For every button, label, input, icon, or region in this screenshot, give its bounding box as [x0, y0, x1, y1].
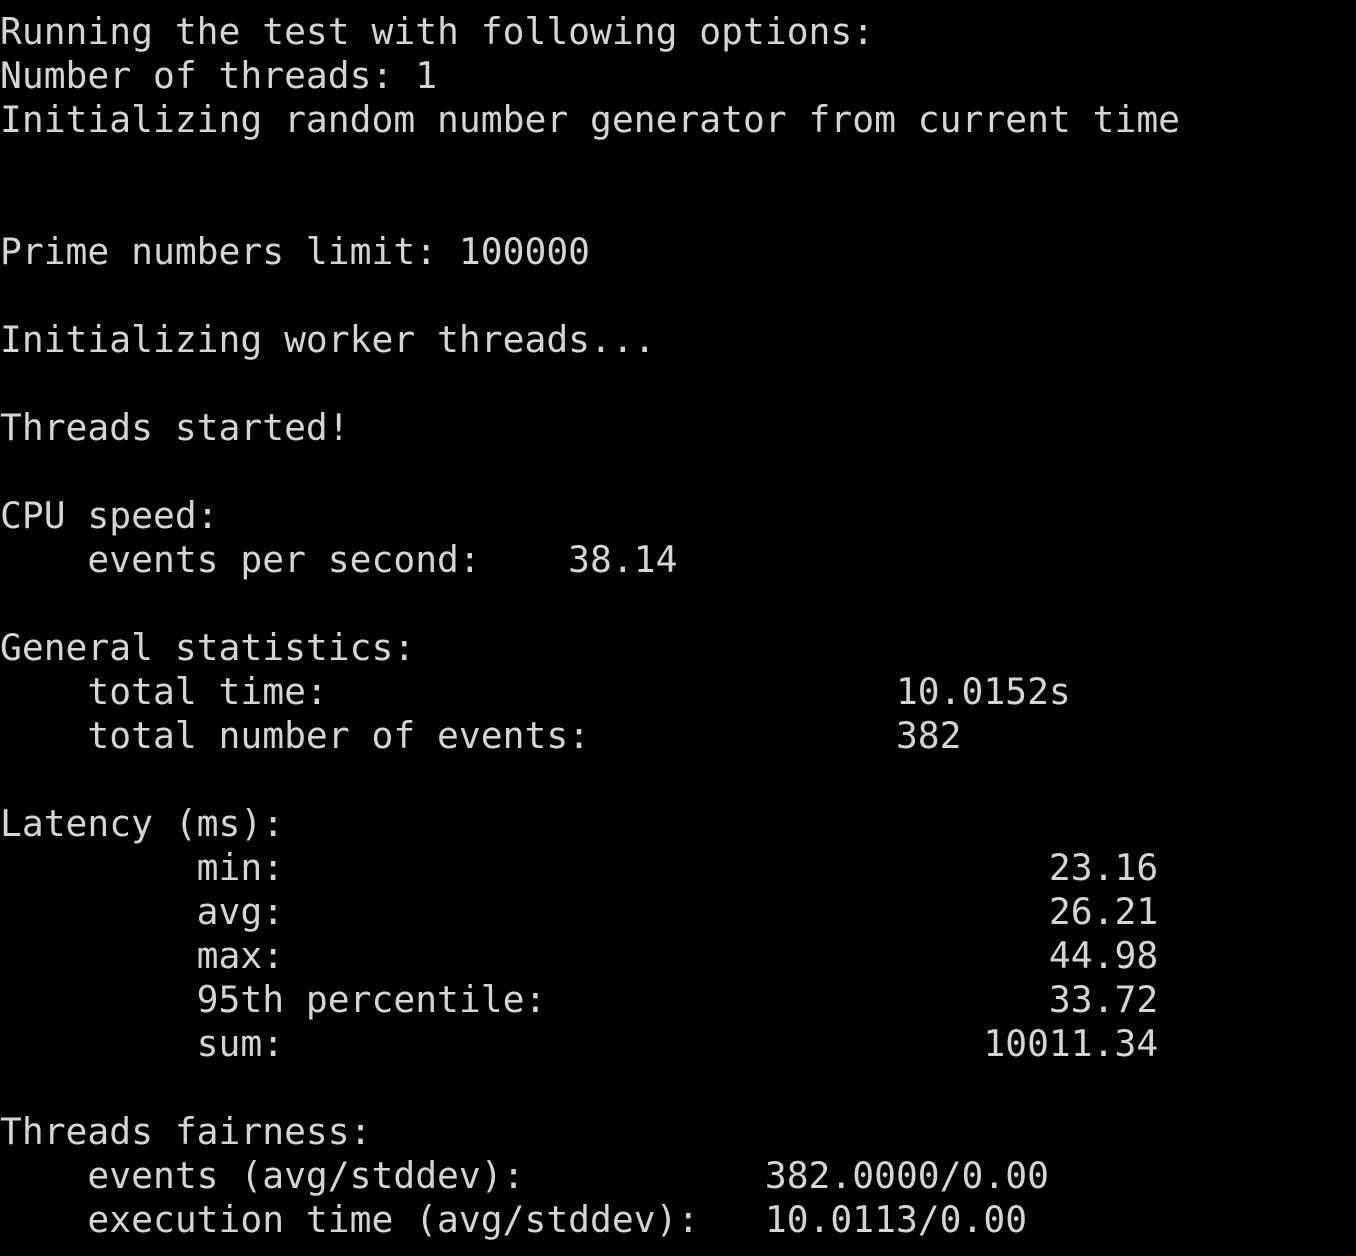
terminal-line: Prime numbers limit: 100000	[0, 230, 591, 273]
terminal-line: Threads fairness:	[0, 1110, 372, 1153]
terminal-line: Latency (ms):	[0, 802, 285, 845]
terminal-line: events per second: 38.14	[0, 538, 678, 581]
terminal-output: Running the test with following options:…	[0, 10, 1356, 1250]
terminal-line: CPU speed:	[0, 494, 219, 537]
terminal-line: Running the test with following options:	[0, 10, 875, 53]
terminal-line: max: 44.98	[0, 934, 1159, 977]
terminal-line: execution time (avg/stddev): 10.0113/0.0…	[0, 1198, 1028, 1241]
terminal-line: sum: 10011.34	[0, 1022, 1159, 1065]
terminal-line: avg: 26.21	[0, 890, 1159, 933]
terminal-line: Initializing random number generator fro…	[0, 98, 1181, 141]
terminal-line: Threads started!	[0, 406, 350, 449]
terminal-line: events (avg/stddev): 382.0000/0.00	[0, 1154, 1049, 1197]
terminal-line: min: 23.16	[0, 846, 1159, 889]
terminal-line: General statistics:	[0, 626, 416, 669]
terminal-line: Number of threads: 1	[0, 54, 438, 97]
terminal-line: 95th percentile: 33.72	[0, 978, 1159, 1021]
terminal-line: total number of events: 382	[0, 714, 962, 757]
terminal-line: Initializing worker threads...	[0, 318, 656, 361]
terminal-line: total time: 10.0152s	[0, 670, 1071, 713]
